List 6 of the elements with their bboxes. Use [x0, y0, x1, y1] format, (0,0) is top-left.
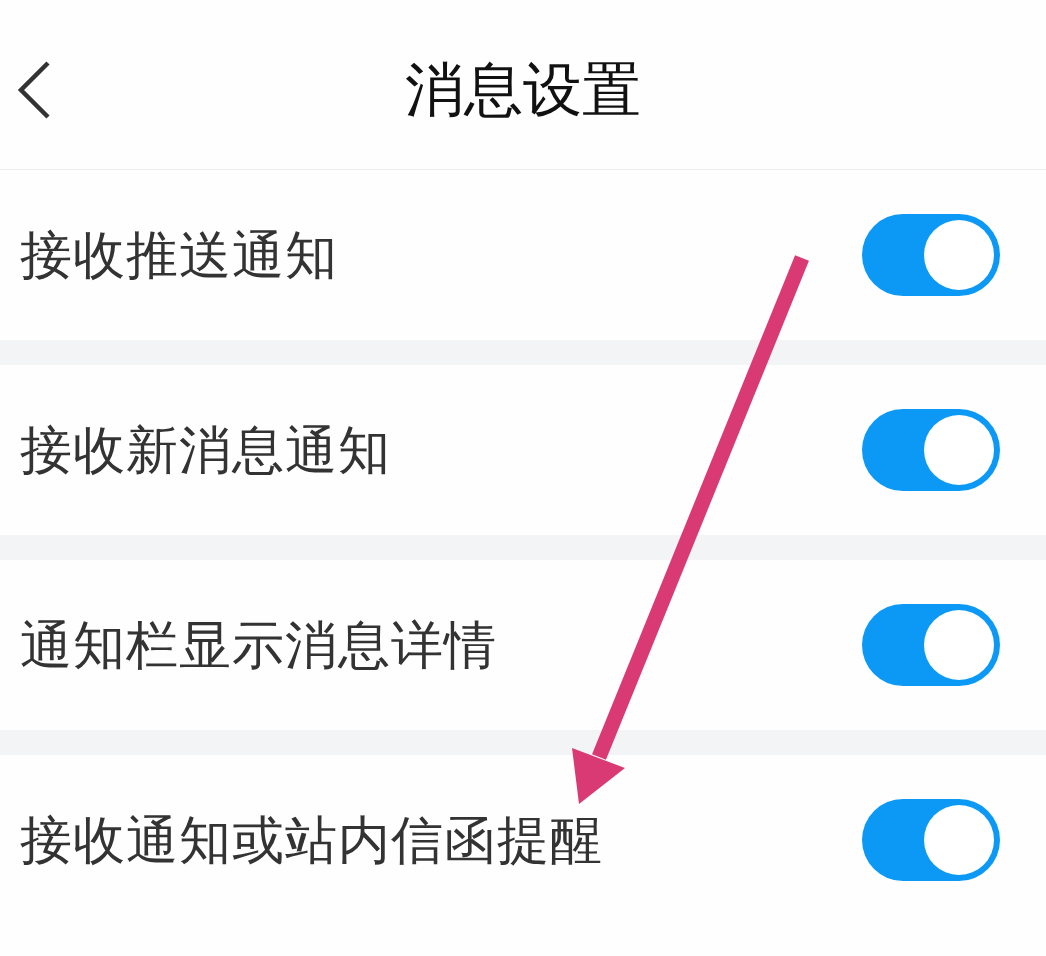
setting-label: 接收新消息通知	[20, 418, 391, 482]
back-icon[interactable]	[17, 61, 51, 119]
page-title: 消息设置	[405, 55, 641, 126]
setting-label: 接收推送通知	[20, 223, 338, 287]
setting-label: 接收通知或站内信函提醒	[20, 808, 603, 872]
setting-label: 通知栏显示消息详情	[20, 613, 497, 677]
